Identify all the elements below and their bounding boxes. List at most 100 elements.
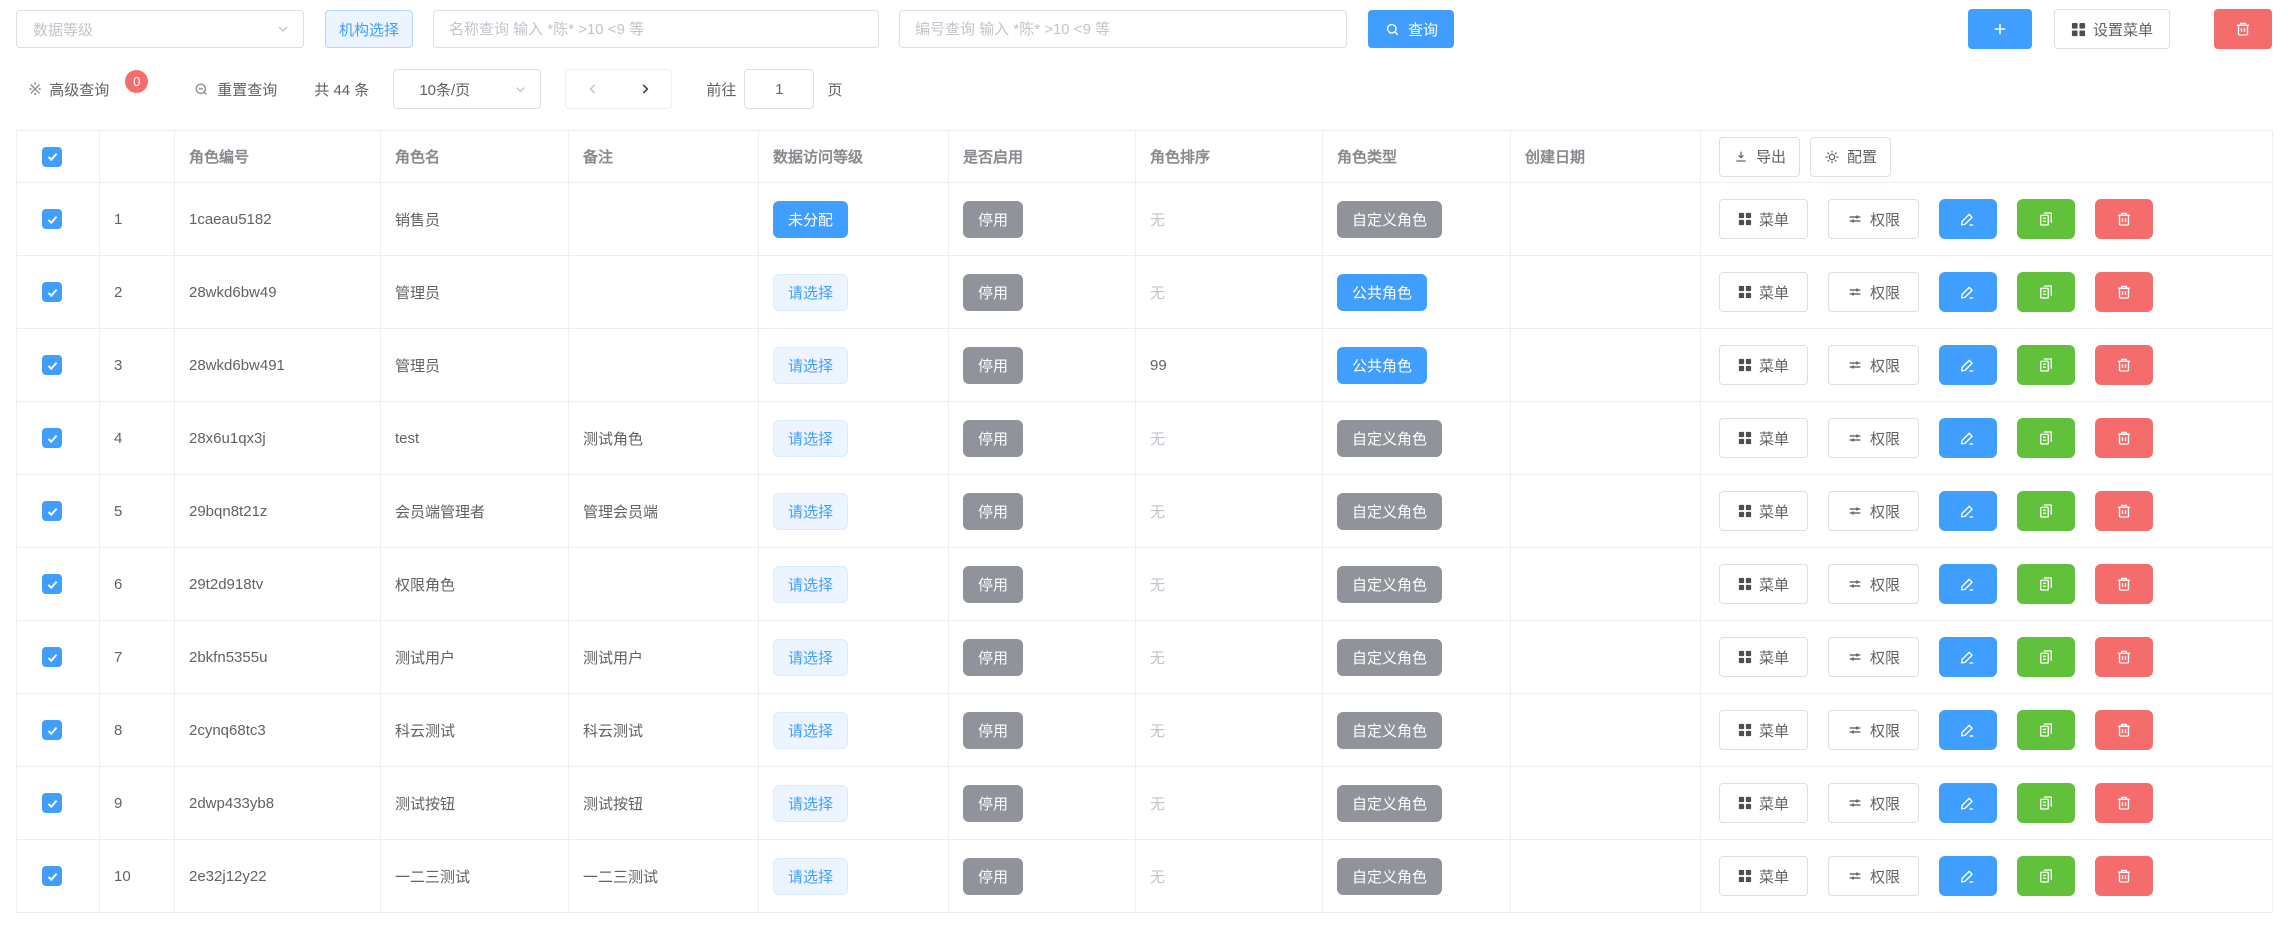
enabled-status-tag[interactable]: 停用: [963, 566, 1023, 603]
permission-button[interactable]: 权限: [1828, 783, 1919, 823]
row-checkbox[interactable]: [42, 647, 62, 667]
menu-button[interactable]: 菜单: [1719, 637, 1808, 677]
sliders-icon: [1847, 357, 1863, 373]
set-menu-button[interactable]: 设置菜单: [2054, 9, 2170, 49]
copy-button[interactable]: [2017, 783, 2075, 823]
permission-button[interactable]: 权限: [1828, 856, 1919, 896]
enabled-status-tag[interactable]: 停用: [963, 785, 1023, 822]
enabled-status-tag[interactable]: 停用: [963, 858, 1023, 895]
permission-button[interactable]: 权限: [1828, 345, 1919, 385]
delete-button[interactable]: [2095, 637, 2153, 677]
copy-button[interactable]: [2017, 710, 2075, 750]
permission-button[interactable]: 权限: [1828, 418, 1919, 458]
menu-button[interactable]: 菜单: [1719, 856, 1808, 896]
delete-button[interactable]: [2095, 710, 2153, 750]
role-type-tag: 自定义角色: [1337, 639, 1442, 676]
edit-button[interactable]: [1939, 856, 1997, 896]
permission-button[interactable]: 权限: [1828, 272, 1919, 312]
org-select-button[interactable]: 机构选择: [325, 10, 413, 48]
data-access-tag[interactable]: 请选择: [773, 858, 848, 895]
prev-page-button[interactable]: [566, 81, 619, 97]
row-checkbox[interactable]: [42, 501, 62, 521]
next-page-button[interactable]: [619, 81, 672, 97]
delete-button[interactable]: [2095, 856, 2153, 896]
data-access-tag[interactable]: 请选择: [773, 274, 848, 311]
export-button[interactable]: 导出: [1719, 137, 1800, 177]
select-all-checkbox[interactable]: [42, 147, 62, 167]
add-role-button[interactable]: [1968, 9, 2032, 49]
delete-button[interactable]: [2095, 345, 2153, 385]
menu-button[interactable]: 菜单: [1719, 491, 1808, 531]
copy-button[interactable]: [2017, 637, 2075, 677]
permission-button[interactable]: 权限: [1828, 564, 1919, 604]
permission-button[interactable]: 权限: [1828, 637, 1919, 677]
edit-button[interactable]: [1939, 418, 1997, 458]
copy-button[interactable]: [2017, 564, 2075, 604]
menu-button[interactable]: 菜单: [1719, 199, 1808, 239]
delete-button[interactable]: [2095, 199, 2153, 239]
row-checkbox[interactable]: [42, 793, 62, 813]
menu-button[interactable]: 菜单: [1719, 783, 1808, 823]
permission-button[interactable]: 权限: [1828, 491, 1919, 531]
search-button[interactable]: 查询: [1368, 10, 1454, 48]
data-access-tag[interactable]: 请选择: [773, 785, 848, 822]
row-checkbox[interactable]: [42, 574, 62, 594]
row-checkbox[interactable]: [42, 428, 62, 448]
delete-selected-button[interactable]: [2214, 9, 2272, 49]
edit-button[interactable]: [1939, 637, 1997, 677]
enabled-status-tag[interactable]: 停用: [963, 712, 1023, 749]
reset-search-button[interactable]: 重置查询: [193, 79, 277, 100]
menu-button[interactable]: 菜单: [1719, 418, 1808, 458]
row-checkbox[interactable]: [42, 355, 62, 375]
data-access-tag[interactable]: 请选择: [773, 493, 848, 530]
copy-button[interactable]: [2017, 418, 2075, 458]
delete-button[interactable]: [2095, 564, 2153, 604]
edit-button[interactable]: [1939, 345, 1997, 385]
menu-button[interactable]: 菜单: [1719, 710, 1808, 750]
permission-button[interactable]: 权限: [1828, 710, 1919, 750]
name-search-input[interactable]: [433, 10, 879, 48]
delete-button[interactable]: [2095, 418, 2153, 458]
copy-button[interactable]: [2017, 345, 2075, 385]
data-access-tag[interactable]: 请选择: [773, 712, 848, 749]
goto-page-input[interactable]: [744, 69, 814, 109]
enabled-status-tag[interactable]: 停用: [963, 347, 1023, 384]
edit-button[interactable]: [1939, 564, 1997, 604]
page-size-select[interactable]: 10条/页: [393, 69, 541, 109]
data-access-tag[interactable]: 未分配: [773, 201, 848, 238]
grid-icon: [1738, 431, 1752, 445]
advanced-search-button[interactable]: ※ 高级查询 0: [28, 78, 148, 101]
copy-button[interactable]: [2017, 199, 2075, 239]
row-checkbox[interactable]: [42, 866, 62, 886]
enabled-status-tag[interactable]: 停用: [963, 420, 1023, 457]
copy-button[interactable]: [2017, 272, 2075, 312]
edit-button[interactable]: [1939, 272, 1997, 312]
data-access-tag[interactable]: 请选择: [773, 566, 848, 603]
row-checkbox[interactable]: [42, 720, 62, 740]
enabled-status-tag[interactable]: 停用: [963, 639, 1023, 676]
edit-button[interactable]: [1939, 199, 1997, 239]
delete-button[interactable]: [2095, 272, 2153, 312]
data-level-select[interactable]: 数据等级: [16, 10, 304, 48]
enabled-status-tag[interactable]: 停用: [963, 493, 1023, 530]
data-access-tag[interactable]: 请选择: [773, 639, 848, 676]
edit-button[interactable]: [1939, 783, 1997, 823]
config-button[interactable]: 配置: [1810, 137, 1891, 177]
delete-button[interactable]: [2095, 491, 2153, 531]
row-checkbox[interactable]: [42, 209, 62, 229]
row-checkbox[interactable]: [42, 282, 62, 302]
edit-button[interactable]: [1939, 710, 1997, 750]
data-access-tag[interactable]: 请选择: [773, 420, 848, 457]
enabled-status-tag[interactable]: 停用: [963, 274, 1023, 311]
data-access-tag[interactable]: 请选择: [773, 347, 848, 384]
menu-button[interactable]: 菜单: [1719, 564, 1808, 604]
copy-button[interactable]: [2017, 491, 2075, 531]
copy-button[interactable]: [2017, 856, 2075, 896]
code-search-input[interactable]: [899, 10, 1347, 48]
menu-button[interactable]: 菜单: [1719, 345, 1808, 385]
enabled-status-tag[interactable]: 停用: [963, 201, 1023, 238]
permission-button[interactable]: 权限: [1828, 199, 1919, 239]
delete-button[interactable]: [2095, 783, 2153, 823]
menu-button[interactable]: 菜单: [1719, 272, 1808, 312]
edit-button[interactable]: [1939, 491, 1997, 531]
